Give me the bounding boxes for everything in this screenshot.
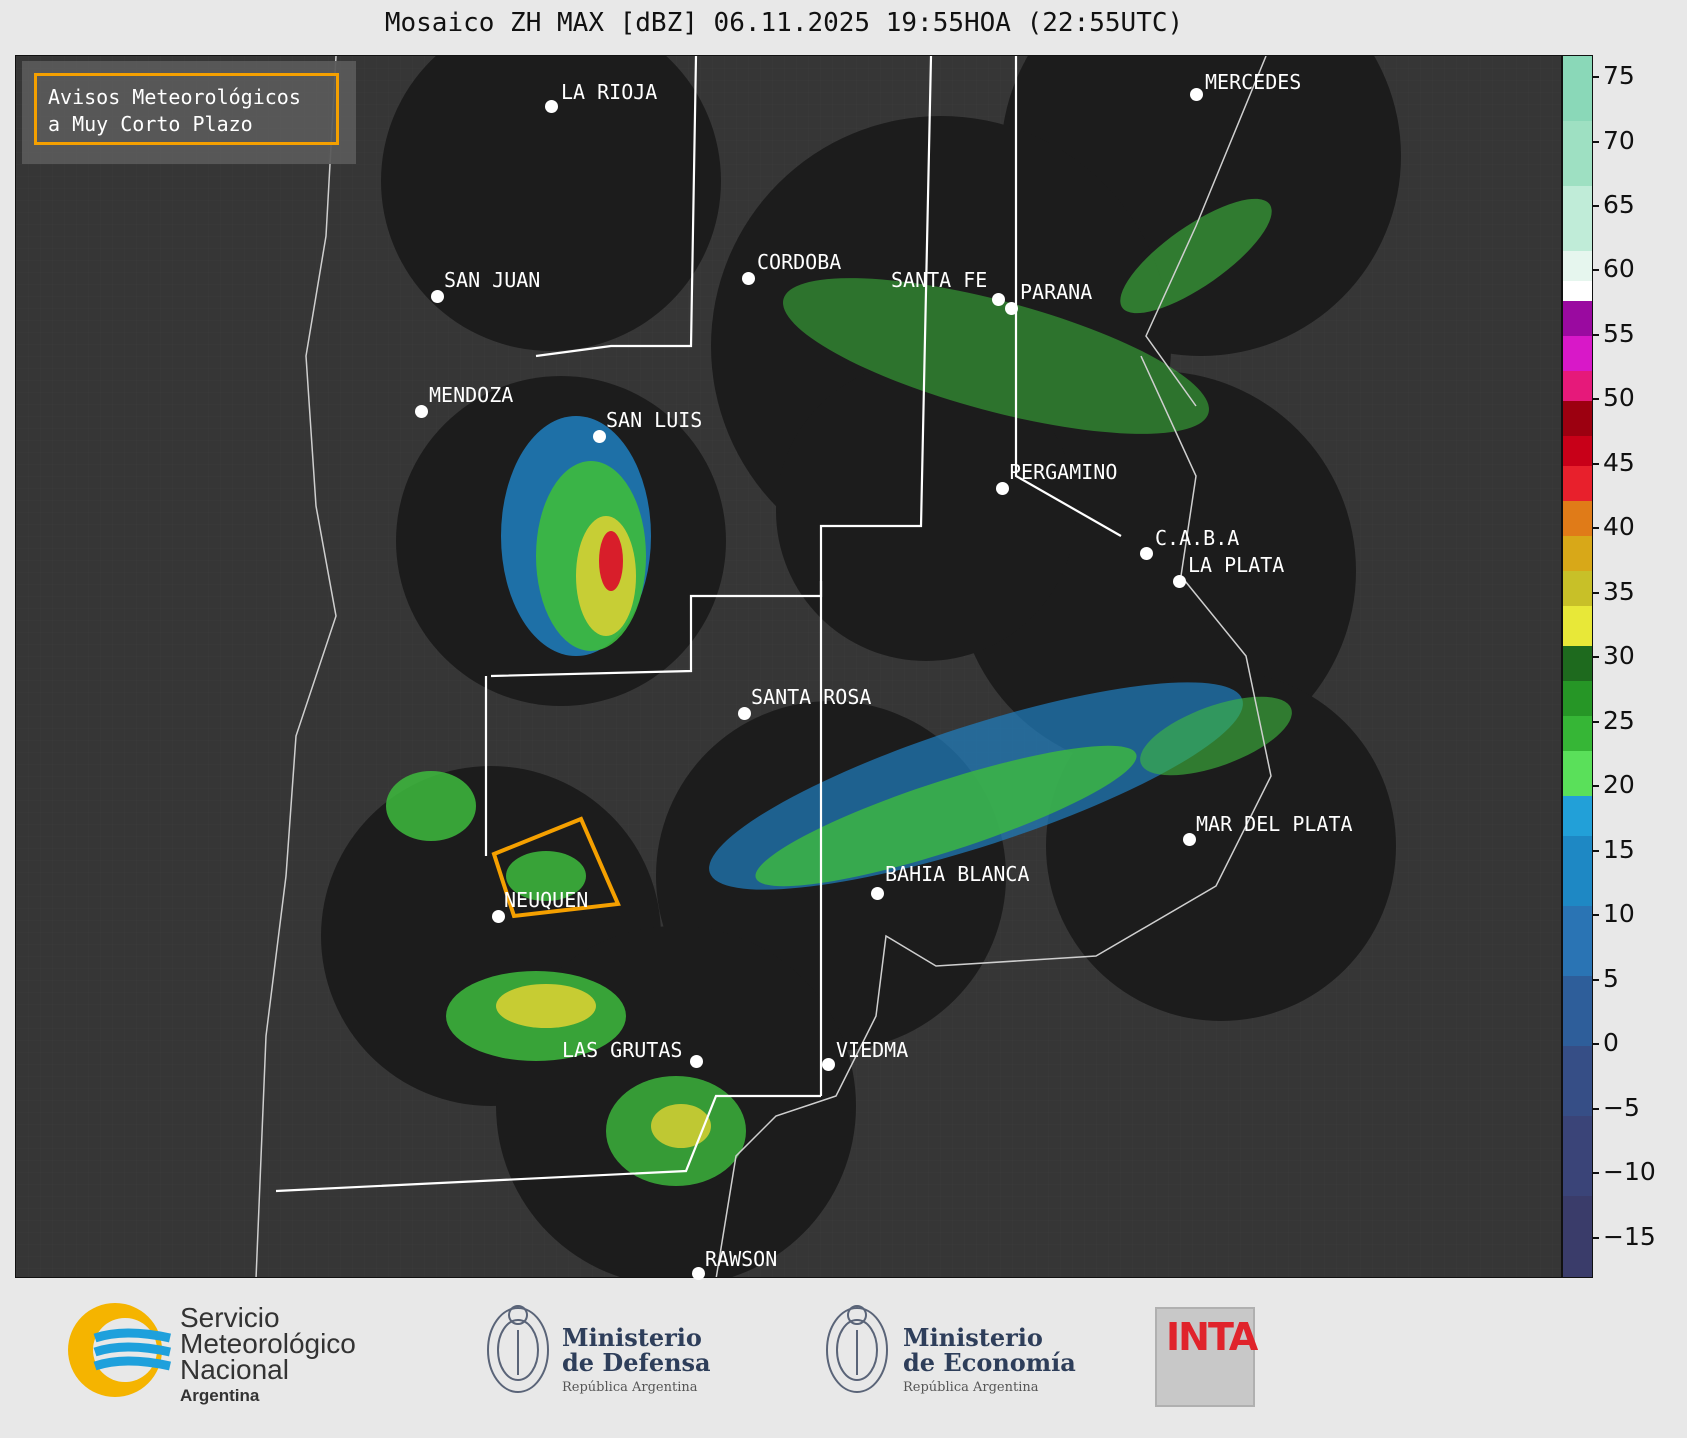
- smn-logo-icon: [68, 1303, 171, 1397]
- city-marker[interactable]: [992, 293, 1005, 306]
- colorbar-tick: 45: [1592, 448, 1635, 477]
- colorbar-tick: 65: [1592, 190, 1635, 219]
- colorbar-tick: 50: [1592, 383, 1635, 412]
- inta-logo-text: INTA: [1166, 1315, 1258, 1359]
- city-label: PARANA: [1020, 280, 1093, 304]
- city-label: PERGAMINO: [1009, 460, 1118, 484]
- city-marker[interactable]: [431, 290, 444, 303]
- colorbar-tick: 15: [1592, 835, 1635, 864]
- city-marker[interactable]: [690, 1055, 703, 1068]
- city-marker[interactable]: [415, 405, 428, 418]
- city-label: LA PLATA: [1188, 553, 1285, 577]
- smn-logo-text: Servicio Meteorológico Nacional Argentin…: [180, 1302, 356, 1406]
- avisos-line2: a Muy Corto Plazo: [48, 112, 253, 136]
- city-label: C.A.B.A: [1155, 526, 1240, 550]
- colorbar-tick: 55: [1592, 319, 1635, 348]
- city-marker[interactable]: [742, 272, 755, 285]
- city-label: MENDOZA: [429, 383, 514, 407]
- city-label: MERCEDES: [1205, 70, 1302, 94]
- colorbar-tick: 75: [1592, 61, 1635, 90]
- colorbar-tick: 10: [1592, 899, 1635, 928]
- city-label: VIEDMA: [836, 1038, 909, 1062]
- colorbar-tick: 5: [1592, 964, 1619, 993]
- city-marker[interactable]: [1190, 88, 1203, 101]
- colorbar-tick: 20: [1592, 770, 1635, 799]
- city-label: RAWSON: [705, 1247, 778, 1271]
- avisos-button[interactable]: Avisos Meteorológicos a Muy Corto Plazo: [34, 73, 339, 145]
- map-title: Mosaico ZH MAX [dBZ] 06.11.2025 19:55HOA…: [384, 8, 1184, 38]
- city-marker[interactable]: [1173, 575, 1186, 588]
- city-marker[interactable]: [996, 482, 1009, 495]
- city-marker[interactable]: [1005, 302, 1018, 315]
- city-label: LAS GRUTAS: [562, 1038, 683, 1062]
- city-label: NEUQUEN: [504, 888, 589, 912]
- city-marker[interactable]: [1140, 547, 1153, 560]
- colorbar-gradient: [1563, 56, 1592, 1277]
- colorbar-tick: 25: [1592, 706, 1635, 735]
- colorbar-tick: 30: [1592, 641, 1635, 670]
- coat-of-arms-icon: [487, 1305, 549, 1393]
- colorbar-tick: 40: [1592, 512, 1635, 541]
- city-marker[interactable]: [593, 430, 606, 443]
- city-marker[interactable]: [1183, 833, 1196, 846]
- defensa-logo-text: Ministerio de Defensa República Argentin…: [562, 1323, 711, 1395]
- colorbar-tick: −5: [1592, 1093, 1640, 1122]
- city-label: SANTA FE: [891, 268, 988, 292]
- colorbar: [1562, 55, 1593, 1278]
- colorbar-tick: −15: [1592, 1222, 1656, 1251]
- colorbar-tick: −10: [1592, 1157, 1656, 1186]
- city-label: CORDOBA: [757, 250, 842, 274]
- radar-map[interactable]: [15, 55, 1562, 1278]
- city-marker[interactable]: [692, 1267, 705, 1280]
- coat-of-arms-icon: [826, 1305, 888, 1393]
- city-label: MAR DEL PLATA: [1196, 812, 1353, 836]
- colorbar-tick: 70: [1592, 126, 1635, 155]
- city-label: BAHIA BLANCA: [885, 862, 1030, 886]
- avisos-line1: Avisos Meteorológicos: [48, 85, 301, 109]
- city-label: SANTA ROSA: [751, 685, 872, 709]
- colorbar-tick: 60: [1592, 254, 1635, 283]
- city-label: SAN JUAN: [444, 268, 541, 292]
- colorbar-tick: 0: [1592, 1028, 1619, 1057]
- city-marker[interactable]: [871, 887, 884, 900]
- map-canvas: [16, 56, 1561, 1277]
- city-marker[interactable]: [822, 1058, 835, 1071]
- colorbar-tick: 35: [1592, 577, 1635, 606]
- city-marker[interactable]: [738, 707, 751, 720]
- city-label: SAN LUIS: [606, 408, 703, 432]
- economia-logo-text: Ministerio de Economía República Argenti…: [903, 1323, 1076, 1395]
- city-label: LA RIOJA: [561, 80, 658, 104]
- city-marker[interactable]: [545, 100, 558, 113]
